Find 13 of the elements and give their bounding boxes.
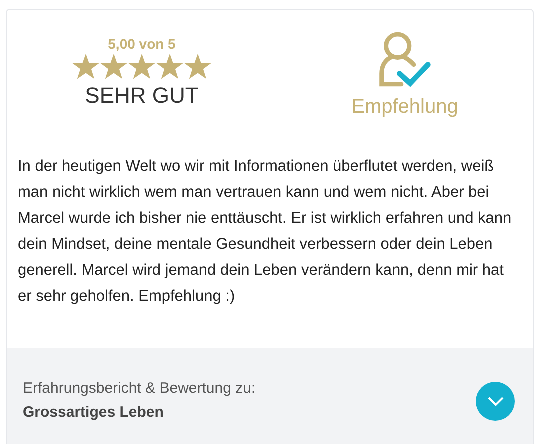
product-title: Grossartiges Leben	[23, 403, 165, 423]
star-icon	[72, 54, 100, 80]
expand-button[interactable]	[476, 382, 515, 421]
chevron-icon	[488, 396, 504, 406]
star-icon	[156, 54, 184, 80]
star-icon	[128, 54, 156, 80]
rating-score: 5,00 von 5	[108, 36, 176, 52]
rating-verdict: SEHR GUT	[85, 82, 199, 110]
star-icon	[184, 54, 212, 80]
star-icon	[100, 54, 128, 80]
footer-caption: Erfahrungsbericht & Bewertung zu:	[23, 379, 257, 399]
review-text: In der heutigen Welt wo wir mit Informationen überflutet werden, weiß man nicht wirklich wem man vertrauen kann und wem nicht. Aber bei Marcel wurde ich bisher nie enttäuscht. Er ist wirklich erfahren und kann dein Mindset, deine mentale Gesundheit verbessern oder dein Leben generell. Marcel wird jemand dein Leben verändern kann, denn mir hat er sehr geholfen. Empfehlung :)	[17, 157, 513, 307]
recommendation-label: Empfehlung	[352, 95, 458, 120]
